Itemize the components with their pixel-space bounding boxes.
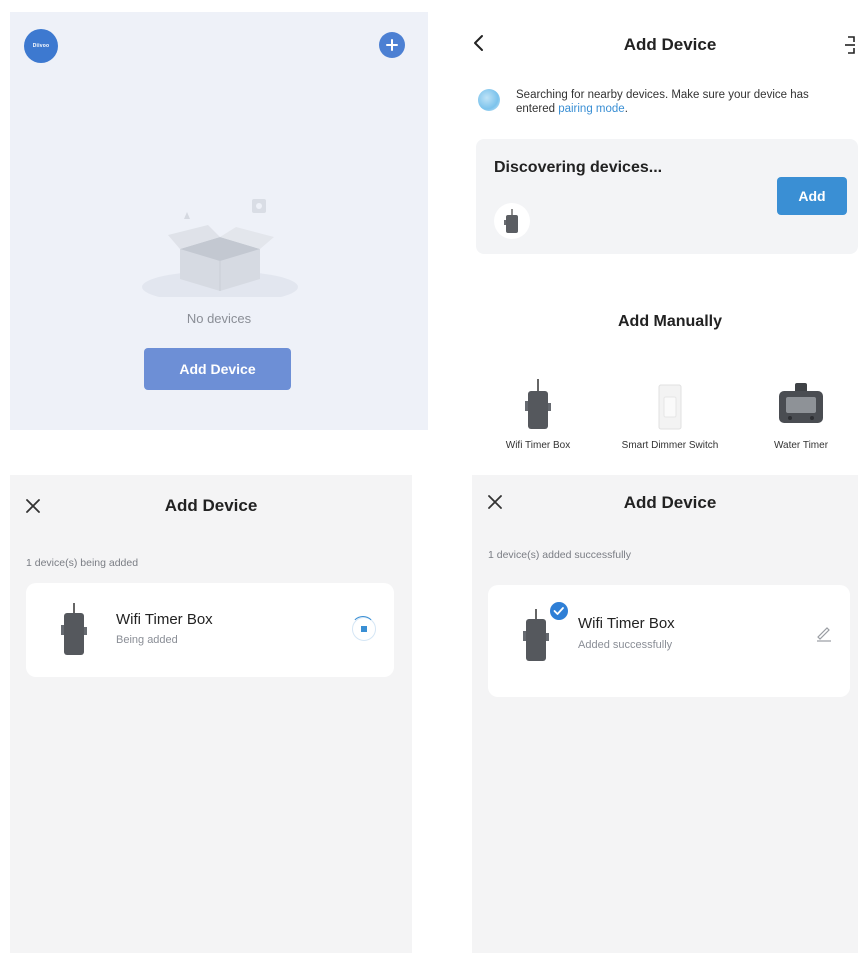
searching-indicator-icon <box>478 89 500 111</box>
brand-logo[interactable]: Diivoo <box>24 29 58 63</box>
discovering-title: Discovering devices... <box>494 159 663 176</box>
pairing-mode-link[interactable]: pairing mode <box>558 103 624 115</box>
page-title: Add Device <box>623 35 717 54</box>
added-success-screen: Add Device 1 device(s) added successfull… <box>472 475 858 953</box>
home-screen: Diivoo No devices Add Device <box>10 12 428 430</box>
wifi-timer-box-icon <box>525 379 551 429</box>
device-row: Wifi Timer Box Added successfully <box>488 585 850 697</box>
check-icon <box>548 600 570 622</box>
stop-icon <box>361 626 367 632</box>
check-mark <box>553 607 564 615</box>
hint-end: . <box>624 103 628 115</box>
loading-spinner-icon[interactable] <box>351 616 376 641</box>
category-wifi-timer-box[interactable]: Wifi Timer Box <box>483 377 593 453</box>
device-name: Wifi Timer Box <box>578 615 675 632</box>
add-manually-title: Add Manually <box>617 313 722 330</box>
empty-state-text: No devices <box>186 311 252 326</box>
empty-box-illustration <box>142 199 298 297</box>
wifi-timer-box-icon <box>504 209 518 233</box>
category-label: Water Timer <box>773 440 829 451</box>
category-smart-dimmer-switch[interactable]: Smart Dimmer Switch <box>615 377 725 453</box>
device-status: Being added <box>116 634 178 646</box>
add-device-discover-screen: Add Device Searching for nearby devices.… <box>458 12 858 477</box>
scan-icon[interactable] <box>842 34 858 56</box>
water-timer-icon <box>779 383 823 423</box>
search-hint: Searching for nearby devices. Make sure … <box>516 88 846 116</box>
device-status: Added successfully <box>578 639 673 651</box>
device-name: Wifi Timer Box <box>116 611 213 628</box>
category-water-timer[interactable]: Water Timer <box>746 377 856 453</box>
device-row: Wifi Timer Box Being added <box>26 583 394 677</box>
edit-pencil-icon[interactable] <box>814 623 834 643</box>
add-device-button[interactable]: Add Device <box>144 348 291 390</box>
adding-count-text: 1 device(s) being added <box>26 557 139 569</box>
smart-dimmer-switch-icon <box>658 384 682 430</box>
category-label: Smart Dimmer Switch <box>621 440 719 451</box>
page-title: Add Device <box>623 493 717 512</box>
wifi-timer-box-icon <box>61 603 87 655</box>
category-label: Wifi Timer Box <box>505 440 571 451</box>
adding-screen: Add Device 1 device(s) being added Wifi … <box>10 475 412 953</box>
discovered-device-avatar[interactable] <box>494 203 530 239</box>
added-count-text: 1 device(s) added successfully <box>488 549 631 561</box>
discovering-card: Discovering devices... Add <box>476 139 858 254</box>
page-title: Add Device <box>164 496 258 515</box>
discovered-add-button[interactable]: Add <box>777 177 847 215</box>
add-plus-button[interactable] <box>379 32 405 58</box>
